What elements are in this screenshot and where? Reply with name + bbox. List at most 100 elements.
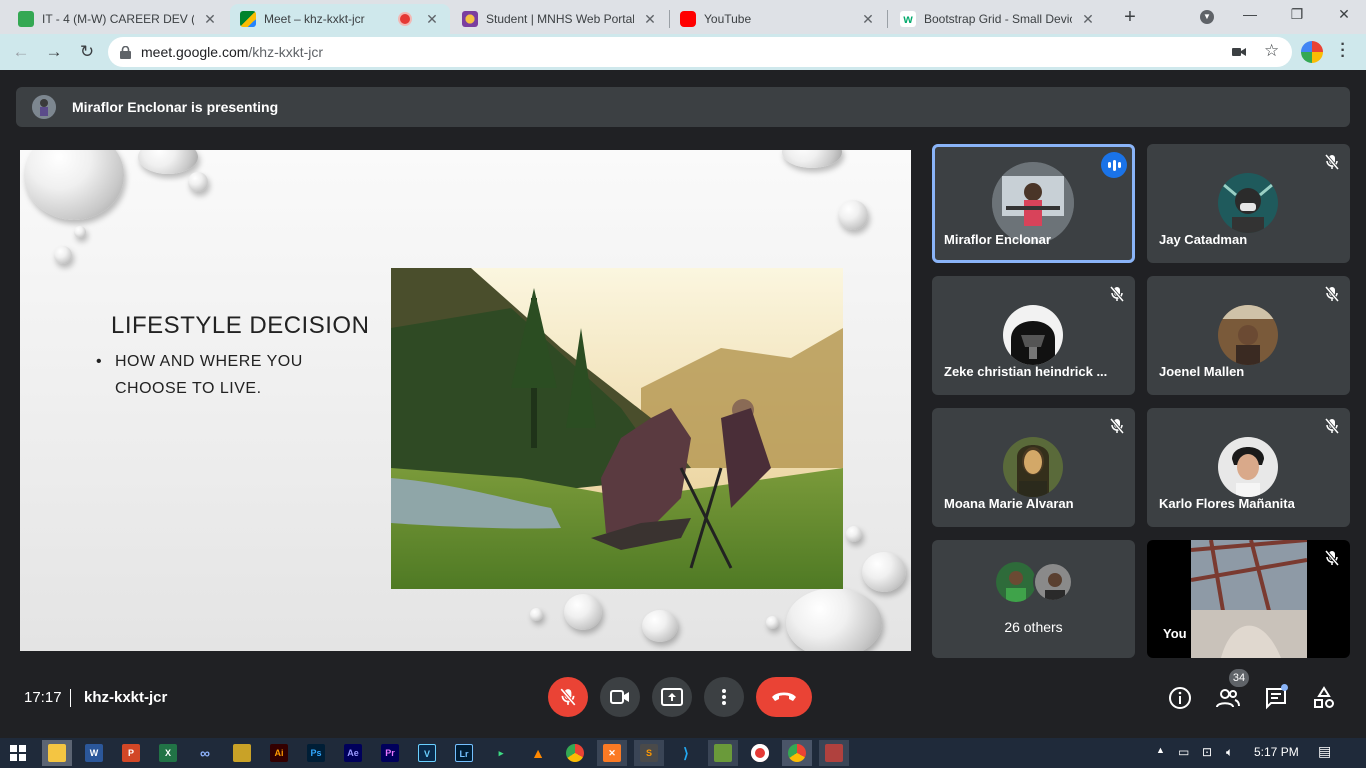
excel-icon[interactable]: X [159,744,177,762]
water-drop-decoration [54,246,72,264]
tab-search-button[interactable]: ▼ [1200,10,1214,24]
tab-mnhs-portal[interactable]: Student | MNHS Web Portal ✕ [452,4,668,34]
after-effects-icon[interactable]: Ae [344,744,362,762]
slide-bullet: • HOW AND WHERE YOU CHOOSE TO LIVE. [96,348,315,402]
participant-tile[interactable]: Joenel Mallen [1147,276,1350,395]
mic-off-icon [1324,550,1340,566]
participant-name: Karlo Flores Mañanita [1159,496,1295,511]
slide-bullet-text: HOW AND WHERE YOU CHOOSE TO LIVE. [115,353,303,397]
tab-meet[interactable]: Meet – khz-kxkt-jcr ✕ [230,4,450,34]
participant-tile[interactable]: Jay Catadman [1147,144,1350,263]
app-icon[interactable] [714,744,732,762]
meeting-details-icon[interactable] [1168,686,1192,710]
powerpoint-icon[interactable]: P [122,744,140,762]
leave-call-button[interactable] [756,677,812,717]
infinity-app-icon[interactable]: ∞ [196,744,214,762]
camera-toggle-button[interactable] [600,677,640,717]
premiere-icon[interactable]: Pr [381,744,399,762]
slide-landscape-photo [391,268,843,589]
taskbar-clock[interactable]: 5:17 PM [1254,745,1299,759]
participant-name: Joenel Mallen [1159,364,1245,379]
chat-notification-dot [1281,684,1288,691]
tab-title: IT - 4 (M-W) CAREER DEV (4:0 [42,12,194,26]
vegas-icon[interactable]: V [418,744,436,762]
others-count-label: 26 others [1004,619,1063,635]
tray-chevron-icon[interactable]: ▲ [1156,745,1165,755]
chrome-icon[interactable] [566,744,584,762]
tab-youtube[interactable]: YouTube ✕ [670,4,886,34]
illustrator-icon[interactable]: Ai [270,744,288,762]
meeting-time: 17:17 [24,689,62,706]
presenter-avatar [32,95,56,119]
tab-title: YouTube [704,12,752,26]
new-tab-button[interactable]: + [1118,6,1142,29]
water-drop-decoration [782,150,842,168]
maximize-button[interactable]: ❐ [1287,6,1307,23]
water-drop-decoration [786,588,882,651]
app-icon[interactable] [825,744,843,762]
microphone-toggle-button[interactable] [548,677,588,717]
others-tile[interactable]: 26 others [932,540,1135,658]
presentation-slide: LIFESTYLE DECISION • HOW AND WHERE YOU C… [20,150,911,651]
battery-icon[interactable]: ▭ [1178,745,1189,759]
water-drop-decoration [138,150,198,174]
camera-in-use-icon[interactable] [1232,46,1246,58]
participant-avatar [1003,437,1063,497]
recording-indicator-icon [400,14,410,24]
youtube-favicon-icon [680,11,696,27]
tab-career-dev[interactable]: IT - 4 (M-W) CAREER DEV (4:0 ✕ [8,4,228,34]
close-icon[interactable]: ✕ [642,11,658,28]
self-tile[interactable]: You [1147,540,1350,658]
reload-button[interactable]: ↻ [76,41,98,63]
chrome-icon[interactable] [788,744,806,762]
windows-start-icon[interactable] [10,745,26,761]
back-button[interactable]: ← [10,41,32,63]
water-drop-decoration [862,552,906,592]
record-icon[interactable] [751,744,769,762]
participant-name: Jay Catadman [1159,232,1248,247]
word-icon[interactable]: W [85,744,103,762]
android-studio-icon[interactable]: ▸ [492,744,510,762]
bookmark-star-icon[interactable]: ☆ [1264,41,1279,61]
close-icon[interactable]: ✕ [424,11,440,28]
xampp-icon[interactable]: ✕ [603,744,621,762]
present-screen-button[interactable] [652,677,692,717]
forward-button[interactable]: → [43,41,65,63]
participant-tile[interactable]: Moana Marie Alvaran [932,408,1135,527]
window-close-button[interactable]: ✕ [1334,6,1354,23]
minimize-button[interactable]: — [1240,6,1260,22]
participant-tile[interactable]: Miraflor Enclonar [932,144,1135,263]
photoshop-icon[interactable]: Ps [307,744,325,762]
more-vert-icon [722,689,726,705]
close-icon[interactable]: ✕ [860,11,876,28]
present-screen-icon [661,688,683,706]
participant-tile[interactable]: Zeke christian heindrick ... [932,276,1135,395]
vscode-icon[interactable]: ⟩ [677,744,695,762]
participant-avatar [1218,173,1278,233]
people-icon[interactable] [1216,686,1240,710]
lightroom-icon[interactable]: Lr [455,744,473,762]
browser-menu-button[interactable]: · · · [1338,37,1348,65]
profile-avatar[interactable] [1301,41,1323,63]
notifications-icon[interactable]: ▤ [1318,743,1331,760]
water-drop-decoration [564,594,602,630]
self-video [1191,540,1307,658]
sublime-icon[interactable]: S [640,744,658,762]
tab-bootstrap[interactable]: w Bootstrap Grid - Small Device ✕ [890,4,1106,34]
volume-icon[interactable]: 🔈︎ [1226,745,1233,760]
water-drop-decoration [188,172,208,192]
address-bar[interactable]: meet.google.com/khz-kxkt-jcr ☆ [108,37,1292,67]
participant-tile[interactable]: Karlo Flores Mañanita [1147,408,1350,527]
network-icon[interactable]: ⊡ [1202,745,1212,759]
close-icon[interactable]: ✕ [202,11,218,28]
vlc-icon[interactable]: ▲ [529,744,547,762]
hang-up-icon [772,692,796,701]
divider [70,689,71,707]
app-icon[interactable] [233,744,251,762]
participant-name: Zeke christian heindrick ... [944,364,1108,379]
activities-icon[interactable] [1312,686,1336,710]
more-options-button[interactable] [704,677,744,717]
mic-off-icon [1109,286,1125,302]
file-explorer-icon[interactable] [48,744,66,762]
close-icon[interactable]: ✕ [1080,11,1096,28]
